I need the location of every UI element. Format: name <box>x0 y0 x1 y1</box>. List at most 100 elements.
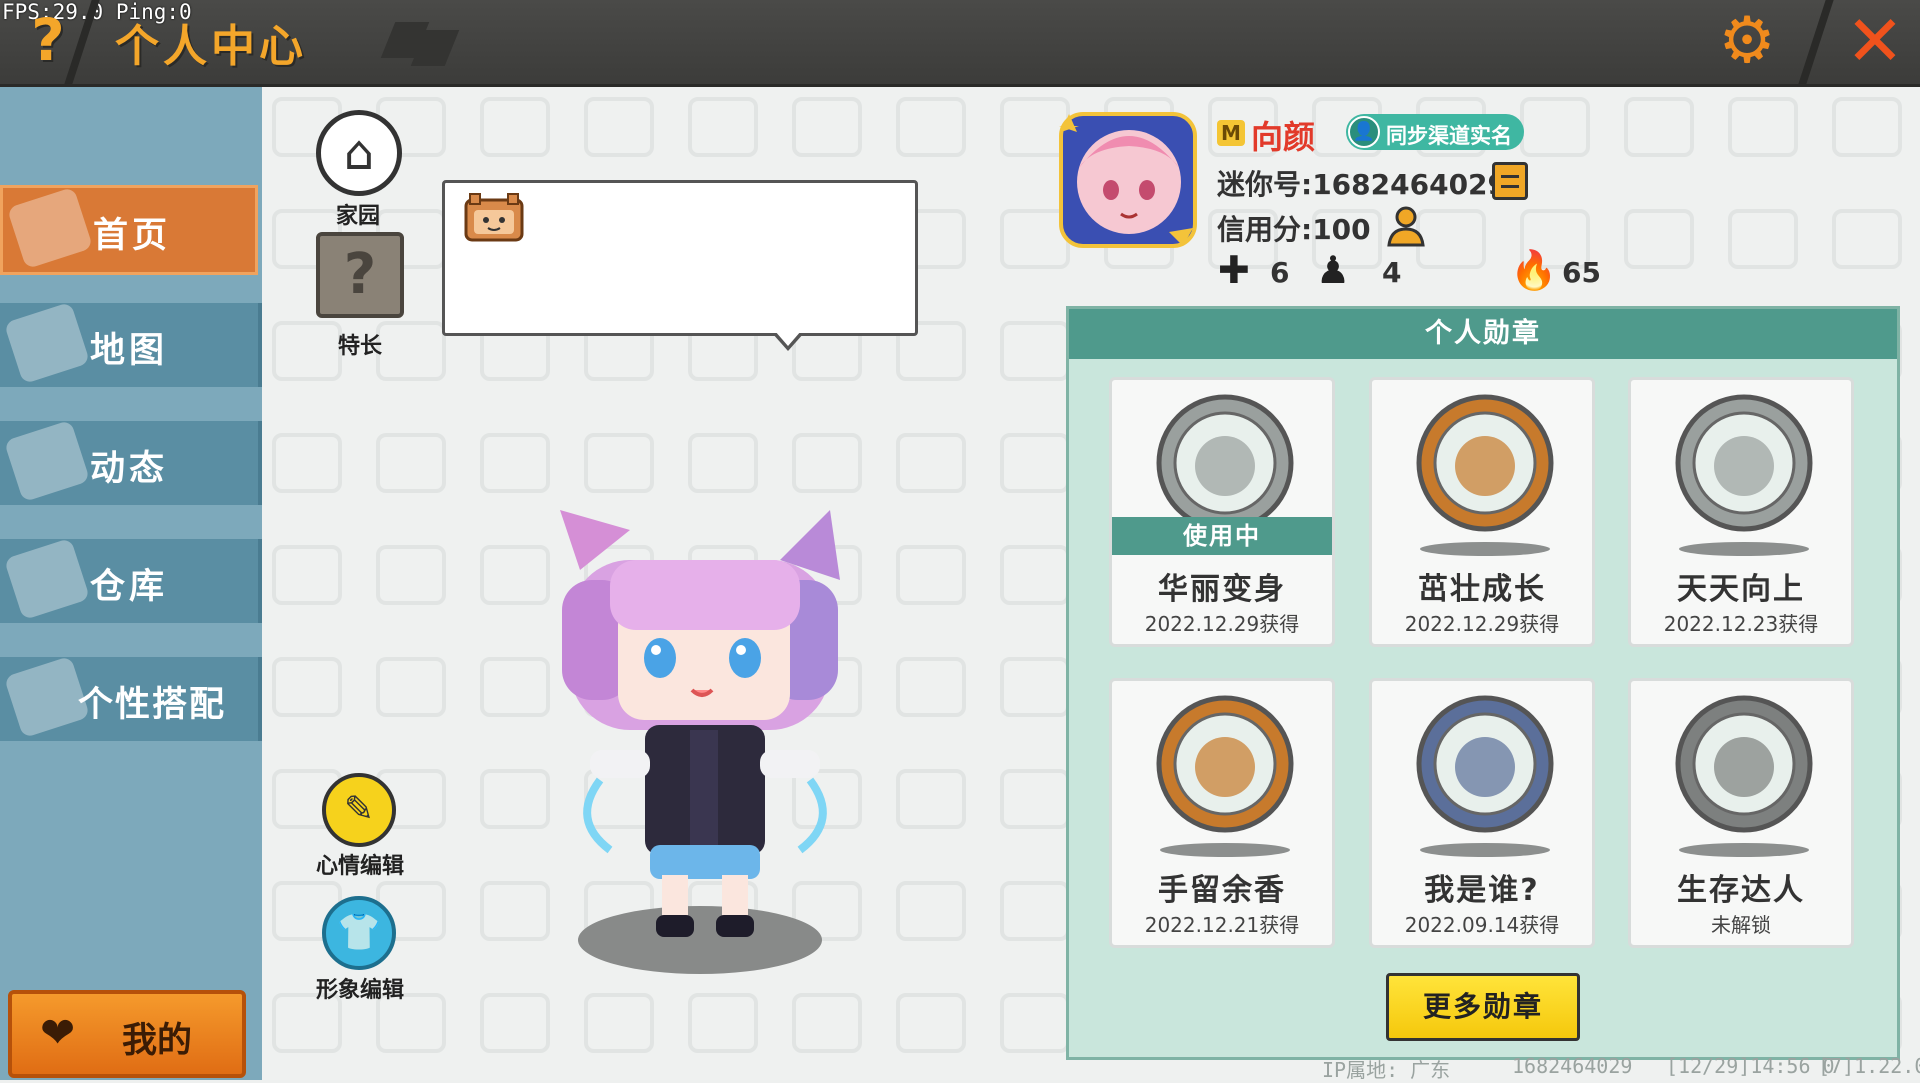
medal-card[interactable]: 我是谁? 2022.09.14获得 <box>1369 678 1595 948</box>
sidebar-item-home[interactable]: 首页 <box>0 185 258 275</box>
background-tile <box>1000 545 1070 605</box>
ip-location: IP属地: 广东 <box>1322 1058 1451 1082</box>
medal-card[interactable]: 使用中 华丽变身 2022.12.29获得 <box>1109 377 1335 647</box>
medal-card[interactable]: 茁壮成长 2022.12.29获得 <box>1369 377 1595 647</box>
background-tile <box>688 97 758 157</box>
medal-name: 我是谁? <box>1424 873 1540 908</box>
medal-name: 华丽变身 <box>1158 572 1286 607</box>
medal-icon <box>1156 695 1294 833</box>
pencil-icon: ✎ <box>343 789 375 830</box>
mood-emoji-icon <box>464 193 524 242</box>
background-tile <box>272 657 342 717</box>
add-friend-icon: ✚ <box>1218 248 1250 292</box>
background-tile <box>1624 209 1694 269</box>
medal-icon <box>1675 695 1813 833</box>
shirt-icon: 👕 <box>336 912 382 953</box>
medal-card[interactable]: 手留余香 2022.12.21获得 <box>1109 678 1335 948</box>
mood-edit-label: 心情编辑 <box>315 854 404 879</box>
help-button[interactable]: ? <box>18 10 78 70</box>
vip-badge: M <box>1217 120 1245 146</box>
medal-date: 2022.12.29获得 <box>1144 612 1300 636</box>
mood-edit-button[interactable]: ✎ <box>322 773 396 847</box>
popularity-stat[interactable]: 🔥 65 <box>1510 250 1601 292</box>
background-tile <box>792 97 862 157</box>
avatar-edit-button[interactable]: 👕 <box>322 896 396 970</box>
medal-icon <box>1156 394 1294 532</box>
settings-button[interactable]: ⚙ <box>1712 6 1782 76</box>
background-tile <box>896 545 966 605</box>
medal-card[interactable]: 生存达人 未解锁 <box>1628 678 1854 948</box>
sidebar-item-label: 仓库 <box>89 567 168 607</box>
player-character-model[interactable] <box>540 490 900 990</box>
background-tile <box>688 433 758 493</box>
mini-id: 迷你号:1682464029 <box>1217 168 1508 201</box>
medal-shadow <box>1679 542 1809 556</box>
close-icon: ✕ <box>1845 0 1905 82</box>
sidebar-item-map[interactable]: 地图 <box>0 301 262 387</box>
sidebar-item-label: 个性搭配 <box>78 685 227 725</box>
profile-avatar[interactable] <box>1057 108 1201 252</box>
background-tile <box>896 769 966 829</box>
house-icon: ⌂ <box>343 125 375 181</box>
medal-date: 2022.12.29获得 <box>1404 612 1560 636</box>
background-tile <box>792 433 862 493</box>
medal-card[interactable]: 天天向上 2022.12.23获得 <box>1628 377 1854 647</box>
medal-name: 生存达人 <box>1677 873 1805 908</box>
copy-id-icon[interactable] <box>1492 162 1528 200</box>
background-tile <box>1000 433 1070 493</box>
background-tile <box>1832 209 1902 269</box>
background-tile <box>1000 657 1070 717</box>
footer-id: 1682464029 <box>1512 1054 1633 1078</box>
page-title: 个人中心 <box>115 21 307 72</box>
sync-realname-badge[interactable]: 👤 同步渠道实名 <box>1346 114 1524 150</box>
background-tile <box>480 97 550 157</box>
medal-name: 手留余香 <box>1158 873 1286 908</box>
talent-button[interactable]: ? <box>316 232 404 318</box>
fans-stat[interactable]: ♟ 4 <box>1316 248 1401 292</box>
medal-shadow <box>1160 843 1290 857</box>
background-tile <box>1000 769 1070 829</box>
credit-person-icon[interactable] <box>1385 205 1427 247</box>
background-tile <box>1832 97 1902 157</box>
medal-date: 未解锁 <box>1711 913 1771 937</box>
my-button[interactable]: ❤ 我的 <box>8 990 246 1078</box>
sidebar-item-outfit[interactable]: 个性搭配 <box>0 655 262 741</box>
footer-version: [7]1.22.0 <box>1818 1054 1920 1078</box>
medal-shadow <box>1679 843 1809 857</box>
sidebar-item-warehouse[interactable]: 仓库 <box>0 537 262 623</box>
medal-name: 茁壮成长 <box>1418 572 1546 607</box>
sidebar-item-feed[interactable]: 动态 <box>0 419 262 505</box>
background-tile <box>1000 321 1070 381</box>
gear-icon: ⚙ <box>1718 4 1776 78</box>
homeland-label: 家园 <box>335 204 380 229</box>
friends-stat[interactable]: ✚ 6 <box>1218 250 1298 292</box>
friends-count: 6 <box>1270 256 1290 289</box>
background-tile <box>896 433 966 493</box>
close-button[interactable]: ✕ <box>1835 4 1915 78</box>
header-divider <box>1798 0 1834 84</box>
homeland-button[interactable]: ⌂ <box>316 110 402 196</box>
background-tile <box>1000 993 1070 1053</box>
speech-bubble-tail-inner <box>775 331 801 346</box>
more-medals-button[interactable]: 更多勋章 <box>1386 973 1580 1041</box>
medal-shadow <box>1420 843 1550 857</box>
sidebar-item-label: 首页 <box>92 216 171 256</box>
avatar-edit-label: 形象编辑 <box>315 978 404 1003</box>
medal-date: 2022.12.21获得 <box>1144 913 1300 937</box>
sidebar: 首页 地图 动态 仓库 个性搭配 <box>0 87 262 1080</box>
background-tile <box>584 433 654 493</box>
sidebar-item-label: 地图 <box>89 331 168 371</box>
in-use-badge: 使用中 <box>1112 517 1332 555</box>
sync-realname-label: 同步渠道实名 <box>1386 124 1512 148</box>
medal-icon <box>1416 394 1554 532</box>
question-mark-icon: ? <box>343 242 377 307</box>
background-tile <box>792 993 862 1053</box>
medals-header: 个人勋章 <box>1069 309 1897 359</box>
medal-icon <box>1675 394 1813 532</box>
question-mark-icon: ? <box>31 6 65 74</box>
background-tile <box>480 433 550 493</box>
medal-icon <box>1416 695 1554 833</box>
fans-count: 4 <box>1382 256 1402 289</box>
background-tile <box>896 993 966 1053</box>
fans-icon: ♟ <box>1316 248 1351 292</box>
